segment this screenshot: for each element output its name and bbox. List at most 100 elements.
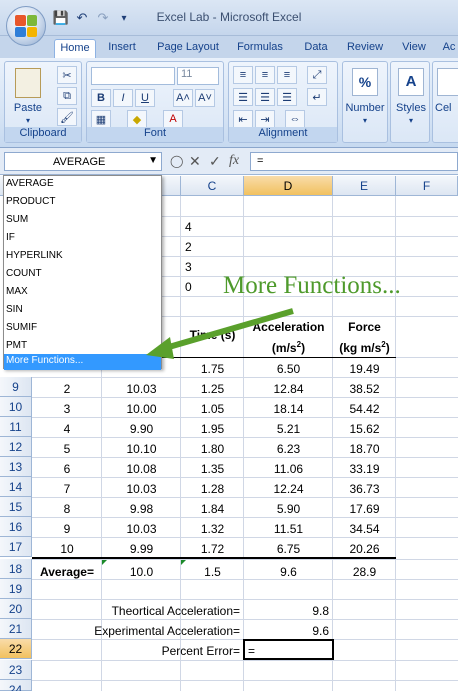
row-header-22[interactable]: 22 [0, 639, 32, 659]
cell-force[interactable]: 54.42 [333, 399, 396, 419]
row-header-18[interactable]: 18 [0, 559, 32, 579]
row-header-23[interactable]: 23 [0, 660, 32, 680]
row-header-21[interactable]: 21 [0, 619, 32, 639]
cells-button[interactable]: Cel [435, 102, 458, 114]
orientation-icon[interactable]: ⤢ [307, 66, 327, 84]
cell-c-value[interactable]: 0 [185, 277, 225, 297]
cell-c-value[interactable]: 3 [185, 257, 225, 277]
insert-function-icon[interactable]: fx [229, 153, 239, 169]
cell-time[interactable]: 1.72 [181, 539, 244, 559]
cell-mass[interactable]: 10.08 [102, 459, 181, 479]
column-header-d[interactable]: D [244, 176, 333, 196]
cell-mass[interactable]: 9.90 [102, 419, 181, 439]
cell-time[interactable]: 1.80 [181, 439, 244, 459]
italic-button[interactable]: I [113, 89, 133, 107]
grow-font-icon[interactable]: A˄ [173, 89, 193, 107]
tab-view[interactable]: View [394, 39, 434, 58]
cell-acceleration[interactable]: 12.84 [244, 379, 333, 399]
cell-trial[interactable]: 5 [32, 439, 102, 459]
tab-add-ins[interactable]: Ac [440, 39, 458, 58]
cell-trial[interactable]: 6 [32, 459, 102, 479]
function-item-sum[interactable]: SUM [4, 212, 161, 230]
number-button[interactable]: Number [343, 102, 387, 114]
theoretical-acceleration-label[interactable]: Theortical Acceleration= [40, 601, 244, 621]
experimental-acceleration-value[interactable]: 9.6 [244, 621, 333, 641]
cell-time[interactable]: 1.28 [181, 479, 244, 499]
column-header-f[interactable]: F [396, 176, 458, 196]
cell-acceleration[interactable]: 6.75 [244, 539, 333, 559]
align-left-icon[interactable]: ☰ [233, 88, 253, 106]
cell-acceleration[interactable]: 6.23 [244, 439, 333, 459]
cell-c-value[interactable]: 2 [185, 237, 225, 257]
cell-trial[interactable]: 2 [32, 379, 102, 399]
cell-mass[interactable]: 9.98 [102, 499, 181, 519]
cell-force[interactable]: 36.73 [333, 479, 396, 499]
align-center-icon[interactable]: ☰ [255, 88, 275, 106]
tab-review[interactable]: Review [340, 39, 390, 58]
row-header-13[interactable]: 13 [0, 457, 32, 477]
cancel-icon[interactable]: ✕ [189, 153, 201, 170]
cut-icon[interactable]: ✂ [57, 66, 77, 84]
paste-icon[interactable] [15, 68, 41, 98]
cell-time[interactable]: 1.05 [181, 399, 244, 419]
row-header-15[interactable]: 15 [0, 497, 32, 517]
cell-time[interactable]: 1.84 [181, 499, 244, 519]
styles-button[interactable]: Styles [391, 102, 431, 114]
column-header-e[interactable]: E [333, 176, 396, 196]
styles-dropdown-icon[interactable]: ▾ [406, 116, 416, 125]
formula-input[interactable]: = [250, 152, 458, 171]
average-force[interactable]: 28.9 [333, 562, 396, 582]
cell-time[interactable]: 1.25 [181, 379, 244, 399]
paste-button[interactable]: Paste [9, 102, 47, 114]
cell-acceleration[interactable]: 12.24 [244, 479, 333, 499]
cell-trial[interactable]: 4 [32, 419, 102, 439]
average-acceleration[interactable]: 9.6 [244, 562, 333, 582]
align-bottom-icon[interactable]: ≡ [277, 66, 297, 84]
font-color-icon[interactable]: A [163, 110, 183, 128]
tab-home[interactable]: Home [54, 39, 96, 58]
styles-icon[interactable]: A [398, 68, 424, 96]
format-painter-icon[interactable]: 🖌 [57, 108, 77, 126]
cell-time[interactable]: 1.35 [181, 459, 244, 479]
function-item-count[interactable]: COUNT [4, 266, 161, 284]
function-item-max[interactable]: MAX [4, 284, 161, 302]
function-item-hyperlink[interactable]: HYPERLINK [4, 248, 161, 266]
office-button[interactable] [6, 6, 46, 46]
cell-c-value[interactable]: 4 [185, 217, 225, 237]
cell-trial[interactable]: 8 [32, 499, 102, 519]
cell-time[interactable]: 1.95 [181, 419, 244, 439]
cells-icon[interactable] [437, 68, 458, 96]
column-header-c[interactable]: C [181, 176, 244, 196]
fill-color-icon[interactable]: ◆ [127, 110, 147, 128]
average-mass[interactable]: 10.0 [102, 562, 181, 582]
paste-dropdown-icon[interactable]: ▾ [23, 116, 33, 125]
cell-time[interactable]: 1.32 [181, 519, 244, 539]
function-item-if[interactable]: IF [4, 230, 161, 248]
cell-trial[interactable]: 9 [32, 519, 102, 539]
number-format-icon[interactable]: % [352, 68, 378, 96]
wrap-text-icon[interactable]: ↵ [307, 88, 327, 106]
cell-mass[interactable]: 10.10 [102, 439, 181, 459]
cell-mass[interactable]: 10.00 [102, 399, 181, 419]
row-header-19[interactable]: 19 [0, 579, 32, 599]
cell-mass[interactable]: 10.03 [102, 479, 181, 499]
borders-icon[interactable]: ▦ [91, 110, 111, 128]
cell-mass[interactable]: 10.03 [102, 379, 181, 399]
number-dropdown-icon[interactable]: ▾ [360, 116, 370, 125]
tab-data[interactable]: Data [296, 39, 336, 58]
decrease-indent-icon[interactable]: ⇤ [233, 110, 253, 128]
percent-error-label[interactable]: Percent Error= [40, 641, 244, 661]
cell-force[interactable]: 15.62 [333, 419, 396, 439]
experimental-acceleration-label[interactable]: Experimental Acceleration= [40, 621, 244, 641]
cell-force[interactable]: 34.54 [333, 519, 396, 539]
shrink-font-icon[interactable]: A˅ [195, 89, 215, 107]
align-middle-icon[interactable]: ≡ [255, 66, 275, 84]
cell-force[interactable]: 33.19 [333, 459, 396, 479]
cell-force[interactable]: 17.69 [333, 499, 396, 519]
align-right-icon[interactable]: ☰ [277, 88, 297, 106]
row-header-20[interactable]: 20 [0, 599, 32, 619]
function-item-more-functions[interactable]: More Functions... [4, 354, 161, 370]
merge-cells-icon[interactable]: ⇔ [285, 110, 305, 128]
average-label[interactable]: Average= [32, 562, 102, 582]
cell-force[interactable]: 38.52 [333, 379, 396, 399]
